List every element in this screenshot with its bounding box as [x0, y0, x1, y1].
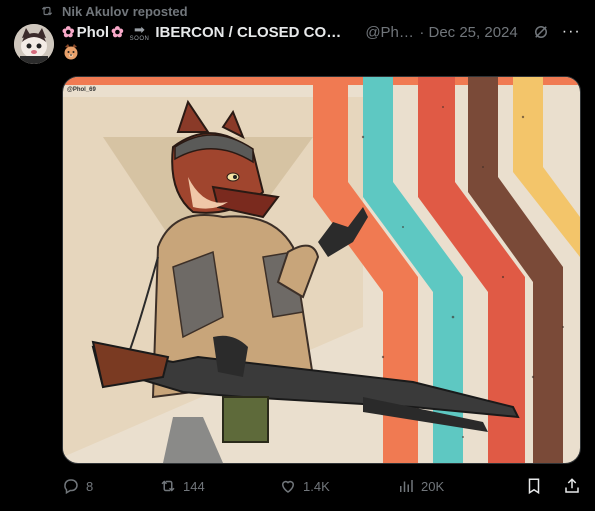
repost-icon	[41, 6, 53, 16]
action-bar: 8 144 1.4K 20K	[62, 476, 581, 496]
like-icon	[281, 480, 295, 493]
repost-suffix: reposted	[132, 3, 188, 19]
views-button[interactable]: 20K	[397, 477, 497, 495]
repost-count: 144	[183, 478, 205, 494]
like-count: 1.4K	[303, 478, 330, 494]
more-icon[interactable]: ···	[562, 23, 581, 41]
reply-button[interactable]: 8	[62, 477, 159, 495]
avatar[interactable]	[14, 24, 54, 64]
flower-emoji-icon: ✿	[62, 24, 75, 41]
author-name-group[interactable]: ✿ Phol ✿	[62, 23, 124, 42]
views-count: 20K	[421, 478, 445, 494]
repost-button[interactable]: 144	[159, 477, 279, 495]
media-watermark: @Phol_69	[67, 87, 96, 93]
dog-emoji	[62, 43, 80, 61]
soon-arrow-icon: ➡ SOON	[129, 21, 150, 42]
grok-icon[interactable]	[532, 23, 550, 41]
flower-emoji-icon: ✿	[111, 24, 124, 41]
repost-indicator[interactable]: Nik Akulov reposted	[40, 3, 188, 19]
reply-count: 8	[86, 478, 94, 494]
bookmark-icon[interactable]	[525, 477, 543, 495]
share-icon[interactable]	[563, 477, 581, 495]
repost-user[interactable]: Nik Akulov	[62, 4, 129, 19]
reply-icon	[64, 479, 78, 495]
post-date[interactable]: · Dec 25, 2024	[419, 24, 517, 41]
repost-icon	[161, 480, 175, 492]
author-handle[interactable]: @Pho…	[365, 24, 415, 41]
author-name[interactable]: Phol	[77, 24, 110, 41]
post-media[interactable]: @Phol_69	[62, 76, 581, 464]
like-button[interactable]: 1.4K	[279, 477, 397, 495]
post-header: ✿ Phol ✿ ➡ SOON IBERCON / CLOSED COM… @P…	[62, 22, 581, 42]
views-icon	[400, 480, 413, 492]
author-display-title[interactable]: IBERCON / CLOSED COM…	[155, 24, 351, 41]
